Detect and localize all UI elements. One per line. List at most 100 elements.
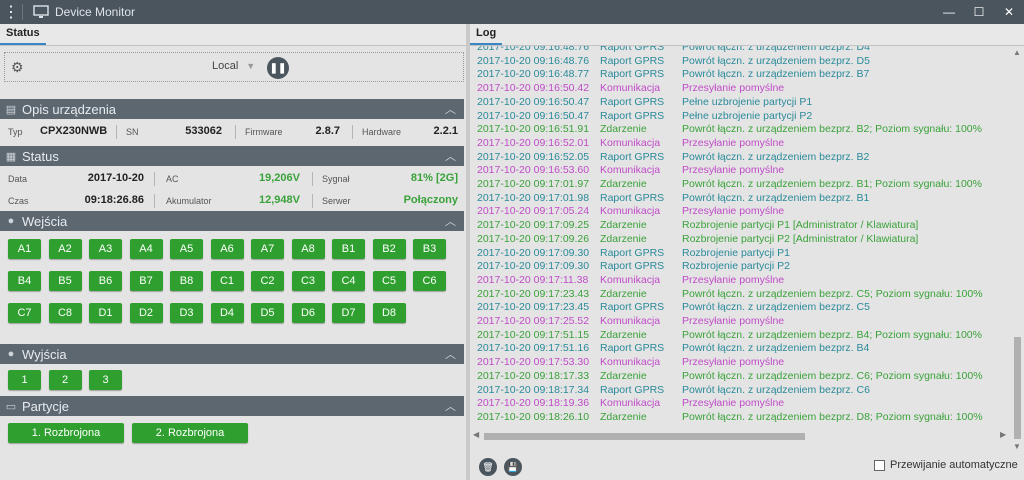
connection-value: Local [212, 60, 239, 72]
log-horizontal-scrollbar[interactable]: ◀ ▶ [470, 429, 1011, 443]
save-icon[interactable]: 💾 [504, 458, 522, 476]
log-message: Przesyłanie pomyślne [682, 136, 785, 149]
auto-scroll-checkbox[interactable]: Przewijanie automatyczne [874, 459, 1018, 471]
log-source: Zdarzenie [600, 369, 647, 382]
horizontal-scroll-thumb[interactable] [484, 433, 805, 440]
log-message: Powrót łączn. z urządzeniem bezprz. C5 [682, 301, 870, 314]
date-label: Data [8, 174, 28, 184]
input-button[interactable]: A8 [291, 239, 325, 259]
tab-status[interactable]: Status [0, 27, 46, 45]
section-outputs[interactable]: ● Wyjścia ︿ [0, 344, 464, 364]
input-button[interactable]: C2 [251, 271, 284, 291]
log-source: Zdarzenie [600, 328, 647, 341]
log-message: Powrót łączn. z urządzeniem bezprz. B2 [682, 150, 870, 163]
input-button[interactable]: D6 [291, 303, 325, 323]
status-row-2: Czas 09:18:26.86 Akumulator 12,948V Serw… [0, 190, 464, 212]
scroll-up-icon[interactable]: ▲ [1013, 48, 1021, 57]
log-time: 2017-10-20 09:17:09.25 [477, 219, 590, 232]
section-status[interactable]: ▦ Status ︿ [0, 146, 464, 166]
output-button[interactable]: 1 [8, 370, 41, 390]
input-button[interactable]: D5 [251, 303, 284, 323]
output-button[interactable]: 3 [89, 370, 122, 390]
input-button[interactable]: B3 [413, 239, 446, 259]
minimize-icon[interactable]: — [934, 0, 964, 24]
input-button[interactable]: C8 [48, 303, 82, 323]
input-button[interactable]: A5 [170, 239, 203, 259]
input-button[interactable]: B6 [89, 271, 122, 291]
input-button[interactable]: A6 [210, 239, 244, 259]
partition-button[interactable]: 1. Rozbrojona [8, 423, 124, 443]
log-time: 2017-10-20 09:17:23.43 [477, 287, 590, 300]
input-button[interactable]: A1 [8, 239, 41, 259]
output-button[interactable]: 2 [48, 370, 82, 390]
vertical-scroll-thumb[interactable] [1014, 337, 1021, 439]
input-button[interactable]: A4 [129, 239, 163, 259]
input-button[interactable]: D2 [129, 303, 163, 323]
chevron-up-icon[interactable]: ︿ [445, 398, 456, 414]
scroll-down-icon[interactable]: ▼ [1013, 442, 1021, 451]
menu-dots-icon[interactable]: ⋮ [0, 2, 22, 22]
pause-icon[interactable]: ❚❚ [267, 57, 289, 79]
section-device[interactable]: ▤ Opis urządzenia ︿ [0, 99, 464, 119]
input-button[interactable]: D3 [170, 303, 203, 323]
log-time: 2017-10-20 09:17:11.38 [477, 273, 589, 286]
document-icon: ▤ [5, 103, 17, 116]
input-button[interactable]: B1 [332, 239, 365, 259]
scroll-left-icon[interactable]: ◀ [473, 430, 479, 439]
log-source: Zdarzenie [600, 410, 647, 423]
section-inputs[interactable]: ● Wejścia ︿ [0, 211, 464, 231]
input-button[interactable]: A3 [89, 239, 122, 259]
log-message: Przesyłanie pomyślne [682, 315, 785, 327]
input-button[interactable]: C1 [210, 271, 244, 291]
input-button[interactable]: B7 [129, 271, 163, 291]
input-button[interactable]: C5 [372, 271, 406, 291]
partition-button[interactable]: 2. Rozbrojona [132, 423, 248, 443]
log-list[interactable]: 2017-10-20 09:16:48.76 Raport GPRS Powrót … [470, 46, 1010, 454]
log-message: Powrót łączn. z urządzeniem bezprz. C6; … [682, 369, 983, 382]
log-vertical-scrollbar[interactable]: ▲ ▼ [1011, 46, 1024, 454]
input-button[interactable]: D7 [332, 303, 365, 323]
log-source: Raport GPRS [600, 54, 665, 67]
input-button[interactable]: C6 [413, 271, 446, 291]
input-button[interactable]: C3 [291, 271, 325, 291]
input-button[interactable]: B4 [8, 271, 41, 291]
log-time: 2017-10-20 09:16:48.77 [477, 68, 590, 81]
tab-log[interactable]: Log [470, 27, 503, 45]
gear-icon[interactable]: ⚙ [11, 59, 24, 76]
scroll-right-icon[interactable]: ▶ [1000, 430, 1006, 439]
maximize-icon[interactable]: ☐ [964, 0, 994, 24]
chevron-up-icon[interactable]: ︿ [445, 148, 456, 164]
log-time: 2017-10-20 09:16:50.47 [477, 95, 590, 108]
signal-value: 81% [2G] [410, 172, 458, 184]
log-tabbar: Log [470, 24, 1024, 46]
input-button[interactable]: B8 [170, 271, 203, 291]
checkbox-box[interactable] [874, 459, 885, 471]
input-button[interactable]: D8 [372, 303, 406, 323]
trash-icon[interactable]: 🗑 [479, 458, 497, 476]
log-source: Komunikacja [600, 356, 661, 369]
log-source: Komunikacja [600, 315, 661, 327]
input-button[interactable]: B2 [372, 239, 406, 259]
divider [154, 194, 155, 208]
input-button[interactable]: C7 [8, 303, 41, 323]
section-partitions[interactable]: ▭ Partycje ︿ [0, 396, 464, 416]
chevron-down-icon: ▼ [246, 61, 256, 71]
log-source: Komunikacja [600, 273, 661, 286]
log-message: Powrót łączn. z urządzeniem bezprz. B2; … [682, 123, 982, 136]
close-icon[interactable]: ✕ [994, 0, 1024, 24]
chevron-up-icon[interactable]: ︿ [445, 101, 456, 117]
chevron-up-icon[interactable]: ︿ [445, 346, 456, 362]
hardware-label: Hardware [362, 127, 402, 137]
chevron-up-icon[interactable]: ︿ [445, 213, 456, 229]
log-message: Przesyłanie pomyślne [682, 164, 785, 177]
log-message: Pełne uzbrojenie partycji P2 [682, 109, 813, 122]
input-button[interactable]: B5 [48, 271, 82, 291]
log-message: Rozbrojenie partycji P2 [682, 260, 790, 273]
input-button[interactable]: A2 [48, 239, 82, 259]
signal-label: Sygnał [322, 174, 350, 184]
input-button[interactable]: C4 [332, 271, 365, 291]
input-button[interactable]: D4 [210, 303, 244, 323]
input-button[interactable]: D1 [89, 303, 122, 323]
connection-select[interactable]: Local ▼ [212, 60, 255, 72]
input-button[interactable]: A7 [251, 239, 284, 259]
